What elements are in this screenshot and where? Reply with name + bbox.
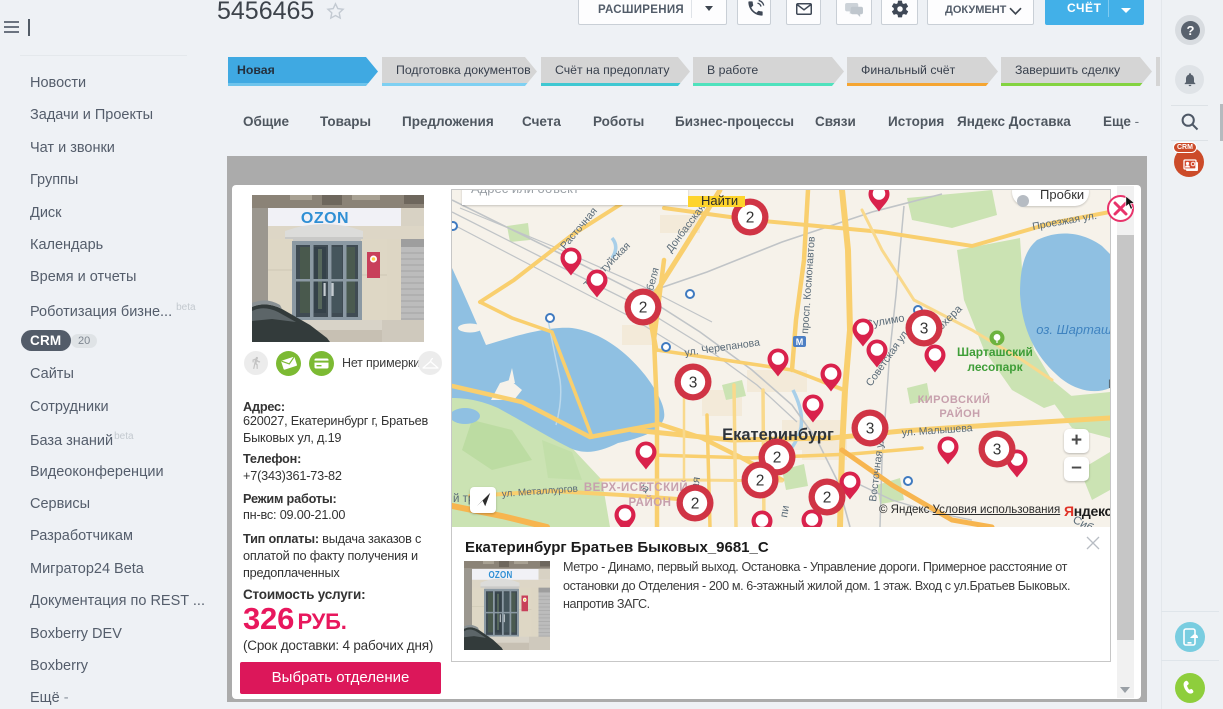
svg-text:3: 3	[689, 375, 698, 392]
svg-text:3: 3	[920, 321, 929, 338]
svg-text:2: 2	[691, 496, 700, 513]
svg-text:2: 2	[823, 490, 832, 507]
svg-text:Шарташский: Шарташский	[957, 345, 1033, 359]
svg-text:2: 2	[773, 450, 782, 467]
svg-text:РАЙОН: РАЙОН	[629, 496, 672, 509]
svg-text:2: 2	[746, 210, 755, 227]
svg-text:2: 2	[756, 473, 765, 490]
svg-text:3: 3	[993, 442, 1002, 459]
svg-text:3: 3	[866, 421, 875, 438]
svg-text:M: M	[796, 337, 804, 347]
svg-text:П: П	[1108, 379, 1110, 391]
svg-text:оз. Шарташ: оз. Шарташ	[1036, 322, 1110, 337]
svg-text:РАЙОН: РАЙОН	[939, 407, 980, 420]
svg-text:пи: пи	[778, 505, 792, 519]
svg-text:КИРОВСКИЙ: КИРОВСКИЙ	[918, 393, 991, 406]
svg-text:ВЕРХ-ИСЕТСКИЙ: ВЕРХ-ИСЕТСКИЙ	[584, 481, 688, 494]
svg-text:2: 2	[639, 300, 648, 317]
svg-text:лесопарк: лесопарк	[967, 360, 1023, 374]
